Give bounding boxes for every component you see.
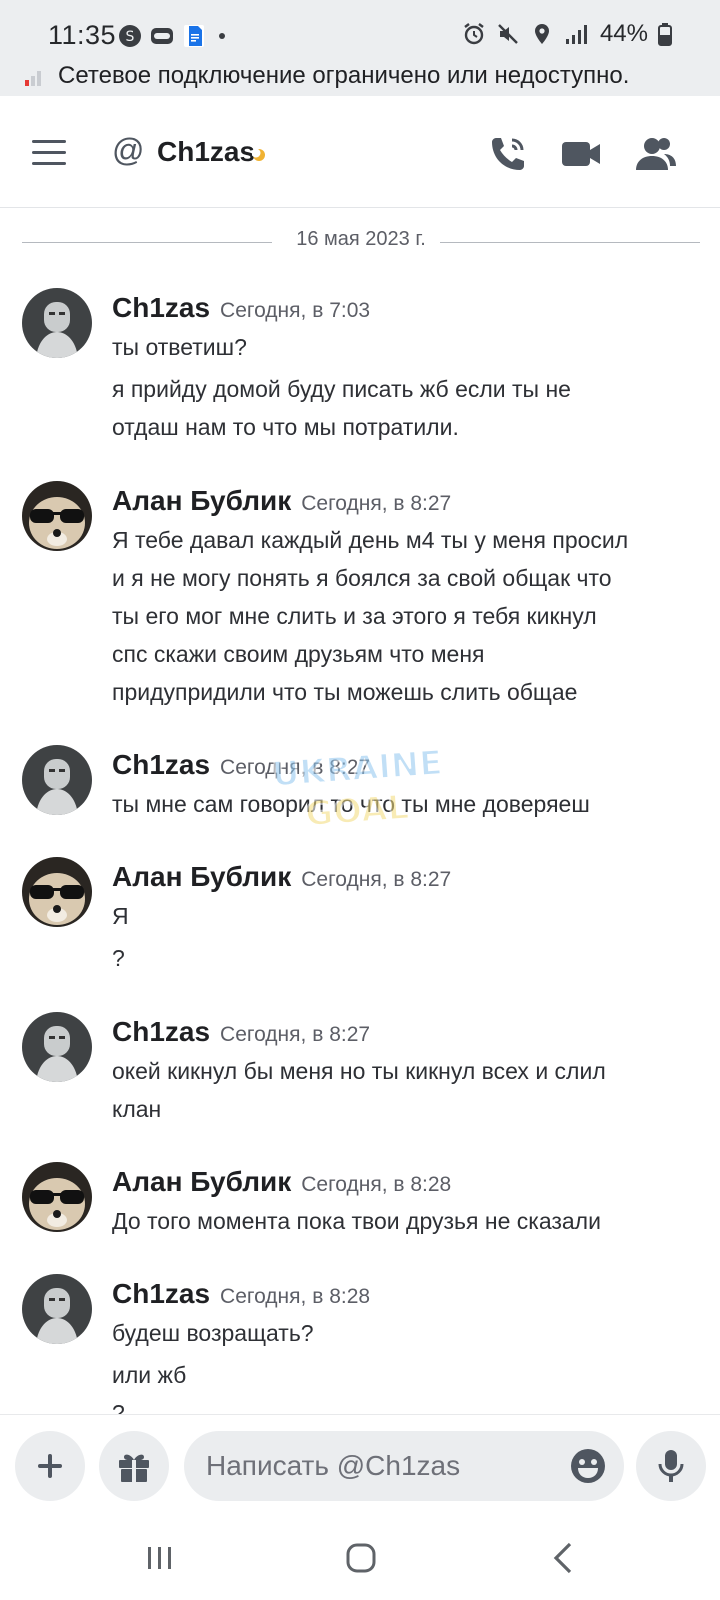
phone-call-icon[interactable] [486, 132, 530, 176]
message-author[interactable]: Ch1zas [112, 749, 210, 780]
message-text: отдаш нам то что мы потратили. [112, 414, 459, 440]
message-timestamp: Сегодня, в 8:27 [301, 868, 452, 891]
menu-icon[interactable] [32, 140, 66, 166]
message-text: и я не могу понять я боялся за свой обща… [112, 565, 612, 591]
message-text: я прийду домой буду писать жб если ты не [112, 376, 571, 402]
svg-text:S: S [126, 29, 135, 45]
message-timestamp: Сегодня, в 8:27 [220, 756, 371, 779]
battery-level: 44% [599, 20, 648, 47]
message-app-icon [151, 28, 173, 44]
signal-icon [565, 25, 587, 44]
message-text: спс скажи своим друзьям что меня [112, 641, 485, 667]
chat-header: @ Ch1zas [0, 96, 720, 208]
status-clock: 11:35 [48, 20, 117, 50]
message-timestamp: Сегодня, в 8:28 [220, 1285, 371, 1308]
location-icon [534, 24, 549, 44]
plus-icon [38, 1454, 62, 1478]
message-text: ты мне сам говорил то что ты мне доверяе… [112, 791, 590, 817]
alarm-icon [464, 23, 484, 45]
message-text: или жб [112, 1362, 187, 1388]
date-divider: 16 мая 2023 г. [22, 228, 700, 258]
avatar-ch1zas[interactable] [22, 745, 92, 815]
avatar-ch1zas[interactable] [22, 1274, 92, 1344]
avatar-alan-bublik[interactable] [22, 1162, 92, 1232]
message-text: ? [112, 945, 125, 971]
message-author[interactable]: Алан Бублик [112, 861, 291, 892]
message-author[interactable]: Алан Бублик [112, 1166, 291, 1197]
message-author[interactable]: Ch1zas [112, 292, 210, 323]
message-timestamp: Сегодня, в 8:28 [301, 1173, 452, 1196]
avatar-ch1zas[interactable] [22, 1012, 92, 1082]
message-composer [0, 1414, 720, 1514]
emoji-icon[interactable] [570, 1448, 606, 1484]
back-icon[interactable] [540, 1534, 588, 1582]
message-input-container[interactable] [184, 1431, 624, 1501]
message-text: ты его мог мне слить и за этого я тебя к… [112, 603, 597, 629]
message-timestamp: Сегодня, в 7:03 [220, 299, 371, 322]
date-divider-label: 16 мая 2023 г. [282, 228, 440, 250]
message-timestamp: Сегодня, в 8:27 [301, 492, 452, 515]
microphone-icon [658, 1450, 684, 1482]
battery-icon [658, 23, 672, 46]
idle-status-icon [252, 148, 265, 161]
app-s-icon: S [119, 25, 141, 47]
gift-button[interactable] [99, 1431, 169, 1501]
weak-signal-icon [25, 71, 41, 86]
network-notice: Сетевое подключение ограничено или недос… [24, 62, 629, 90]
home-icon[interactable] [337, 1534, 385, 1582]
channel-name[interactable]: Ch1zas [157, 136, 255, 168]
message-author[interactable]: Алан Бублик [112, 485, 291, 516]
at-icon: @ [112, 132, 145, 168]
recent-apps-icon[interactable] [136, 1534, 184, 1582]
gift-icon [119, 1454, 149, 1482]
avatar-alan-bublik[interactable] [22, 857, 92, 927]
message-input[interactable] [206, 1449, 536, 1483]
avatar-alan-bublik[interactable] [22, 481, 92, 551]
status-bar: 11:35 S 44% Сетевое подключение ограниче… [0, 0, 720, 96]
system-nav-bar [0, 1514, 720, 1600]
message-text: придупридили что ты можешь слить общае [112, 679, 578, 705]
message-text: окей кикнул бы меня но ты кикнул всех и … [112, 1058, 606, 1084]
add-attachment-button[interactable] [15, 1431, 85, 1501]
message-text: ? [112, 1400, 125, 1414]
message-timestamp: Сегодня, в 8:27 [220, 1023, 371, 1046]
avatar-ch1zas[interactable] [22, 288, 92, 358]
message-author[interactable]: Ch1zas [112, 1278, 210, 1309]
message-text: будеш возращать? [112, 1320, 314, 1346]
message-author[interactable]: Ch1zas [112, 1016, 210, 1047]
message-text: Я тебе давал каждый день м4 ты у меня пр… [112, 527, 629, 553]
members-icon[interactable] [634, 132, 678, 176]
network-notice-text: Сетевое подключение ограничено или недос… [58, 62, 630, 89]
voice-message-button[interactable] [636, 1431, 706, 1501]
message-text: ты ответиш? [112, 334, 247, 360]
docs-app-icon [184, 25, 204, 47]
message-text: До того момента пока твои друзья не сказ… [112, 1208, 601, 1234]
message-text: Я [112, 903, 129, 929]
message-text: клан [112, 1096, 162, 1122]
video-call-icon[interactable] [560, 132, 604, 176]
notification-dot-icon [219, 33, 225, 39]
message: Ch1zas Сегодня, в 8:28 будеш возращать? и… [0, 1274, 720, 1414]
mute-icon [498, 24, 518, 44]
